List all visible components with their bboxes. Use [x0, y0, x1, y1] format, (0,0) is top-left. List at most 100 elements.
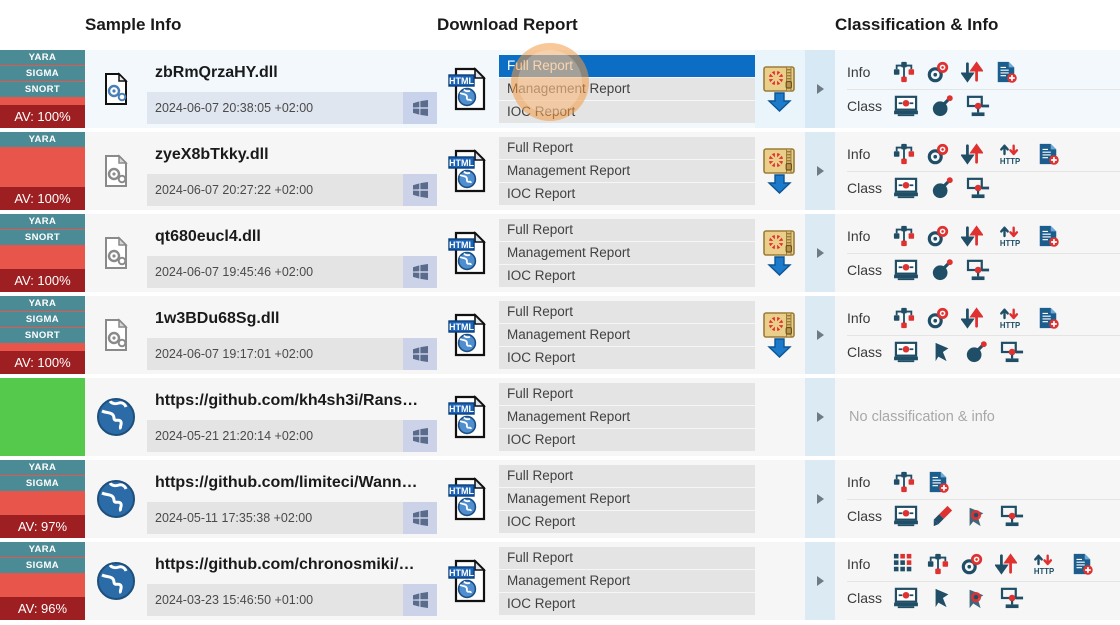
sample-name[interactable]: qt680eucl4.dll	[147, 218, 437, 256]
process-activity-icon[interactable]	[927, 143, 949, 165]
sample-name[interactable]: https://github.com/limiteci/Wann…	[147, 464, 437, 502]
document-add-icon[interactable]	[927, 471, 949, 493]
network-behavior-icon[interactable]	[893, 143, 915, 165]
report-link[interactable]: Full Report	[499, 301, 755, 323]
spray-flag-icon[interactable]	[965, 587, 987, 609]
screenshot-icon[interactable]	[893, 177, 919, 199]
report-link[interactable]: IOC Report	[499, 429, 755, 451]
zip-download-icon[interactable]	[755, 296, 805, 374]
expand-row-button[interactable]	[805, 378, 835, 456]
table-row[interactable]: YARASIGMAAV: 97% https://github.com/limi…	[0, 460, 1120, 538]
network-behavior-icon[interactable]	[893, 471, 915, 493]
up-down-traffic-icon[interactable]	[961, 307, 983, 329]
html-doc-icon[interactable]: HTML	[437, 50, 499, 128]
expand-row-button[interactable]	[805, 132, 835, 210]
up-down-traffic-icon[interactable]	[995, 553, 1017, 575]
zip-download-icon[interactable]	[755, 50, 805, 128]
http-traffic-icon[interactable]: HTTP	[995, 143, 1025, 165]
expand-row-button[interactable]	[805, 460, 835, 538]
network-behavior-icon[interactable]	[927, 553, 949, 575]
sample-name[interactable]: 1w3BDu68Sg.dll	[147, 300, 437, 338]
process-activity-icon[interactable]	[927, 307, 949, 329]
table-row[interactable]: YARASNORTAV: 100% qt680eucl4.dll 2024-06…	[0, 214, 1120, 292]
report-link[interactable]: Management Report	[499, 570, 755, 592]
bomb-icon[interactable]	[931, 259, 953, 281]
flag-icon[interactable]	[931, 587, 953, 609]
html-doc-icon[interactable]: HTML	[437, 296, 499, 374]
screenshot-icon[interactable]	[893, 587, 919, 609]
zip-download-icon[interactable]	[755, 132, 805, 210]
process-activity-icon[interactable]	[927, 225, 949, 247]
screenshot-icon[interactable]	[893, 341, 919, 363]
expand-row-button[interactable]	[805, 542, 835, 620]
network-node-icon[interactable]	[999, 341, 1027, 363]
document-add-icon[interactable]	[1037, 143, 1059, 165]
table-row[interactable]: YARASIGMASNORTAV: 100% zbRmQrzaHY.dll 20…	[0, 50, 1120, 128]
report-link[interactable]: Full Report	[499, 219, 755, 241]
sample-name[interactable]: https://github.com/kh4sh3i/Rans…	[147, 382, 437, 420]
report-link[interactable]: Management Report	[499, 406, 755, 428]
sample-name[interactable]: https://github.com/chronosmiki/…	[147, 546, 437, 584]
report-link[interactable]: Full Report	[499, 383, 755, 405]
document-add-icon[interactable]	[1037, 225, 1059, 247]
expand-row-button[interactable]	[805, 50, 835, 128]
report-link[interactable]: Full Report	[499, 137, 755, 159]
html-doc-icon[interactable]: HTML	[437, 542, 499, 620]
up-down-traffic-icon[interactable]	[961, 225, 983, 247]
zip-download-icon[interactable]	[755, 214, 805, 292]
table-row[interactable]: YARASIGMAAV: 96% https://github.com/chro…	[0, 542, 1120, 620]
report-link[interactable]: Management Report	[499, 324, 755, 346]
report-link[interactable]: IOC Report	[499, 347, 755, 369]
bomb-icon[interactable]	[931, 177, 953, 199]
up-down-traffic-icon[interactable]	[961, 61, 983, 83]
html-doc-icon[interactable]: HTML	[437, 460, 499, 538]
brush-icon[interactable]	[931, 505, 953, 527]
report-link[interactable]: Management Report	[499, 242, 755, 264]
flag-icon[interactable]	[931, 341, 953, 363]
html-doc-icon[interactable]: HTML	[437, 214, 499, 292]
network-node-icon[interactable]	[965, 259, 993, 281]
expand-row-button[interactable]	[805, 214, 835, 292]
report-link[interactable]: IOC Report	[499, 183, 755, 205]
report-link[interactable]: Management Report	[499, 488, 755, 510]
network-behavior-icon[interactable]	[893, 307, 915, 329]
document-add-icon[interactable]	[1071, 553, 1093, 575]
spray-flag-icon[interactable]	[965, 505, 987, 527]
http-traffic-icon[interactable]: HTTP	[995, 225, 1025, 247]
network-node-icon[interactable]	[999, 505, 1027, 527]
report-link[interactable]: Full Report	[499, 465, 755, 487]
sample-name[interactable]: zbRmQrzaHY.dll	[147, 54, 437, 92]
bomb-icon[interactable]	[965, 341, 987, 363]
expand-row-button[interactable]	[805, 296, 835, 374]
process-activity-icon[interactable]	[927, 61, 949, 83]
network-node-icon[interactable]	[965, 95, 993, 117]
report-link[interactable]: Management Report	[499, 160, 755, 182]
network-behavior-icon[interactable]	[893, 225, 915, 247]
table-row[interactable]: YARAAV: 100% zyeX8bTkky.dll 2024-06-07 2…	[0, 132, 1120, 210]
up-down-traffic-icon[interactable]	[961, 143, 983, 165]
report-link[interactable]: IOC Report	[499, 265, 755, 287]
http-traffic-icon[interactable]: HTTP	[1029, 553, 1059, 575]
report-link[interactable]: IOC Report	[499, 511, 755, 533]
table-row[interactable]: https://github.com/kh4sh3i/Rans… 2024-05…	[0, 378, 1120, 456]
report-link[interactable]: Full Report	[499, 547, 755, 569]
table-row[interactable]: YARASIGMASNORTAV: 100% 1w3BDu68Sg.dll 20…	[0, 296, 1120, 374]
report-link[interactable]: Management Report	[499, 78, 755, 100]
html-doc-icon[interactable]: HTML	[437, 378, 499, 456]
report-link[interactable]: IOC Report	[499, 593, 755, 615]
http-traffic-icon[interactable]: HTTP	[995, 307, 1025, 329]
report-link[interactable]: IOC Report	[499, 101, 755, 123]
document-add-icon[interactable]	[1037, 307, 1059, 329]
screenshot-icon[interactable]	[893, 95, 919, 117]
bomb-icon[interactable]	[931, 95, 953, 117]
sample-name[interactable]: zyeX8bTkky.dll	[147, 136, 437, 174]
document-add-icon[interactable]	[995, 61, 1017, 83]
screenshot-icon[interactable]	[893, 505, 919, 527]
report-link[interactable]: Full Report	[499, 55, 755, 77]
screenshot-icon[interactable]	[893, 259, 919, 281]
network-node-icon[interactable]	[999, 587, 1027, 609]
matrix-icon[interactable]	[893, 553, 915, 575]
network-node-icon[interactable]	[965, 177, 993, 199]
process-activity-icon[interactable]	[961, 553, 983, 575]
network-behavior-icon[interactable]	[893, 61, 915, 83]
